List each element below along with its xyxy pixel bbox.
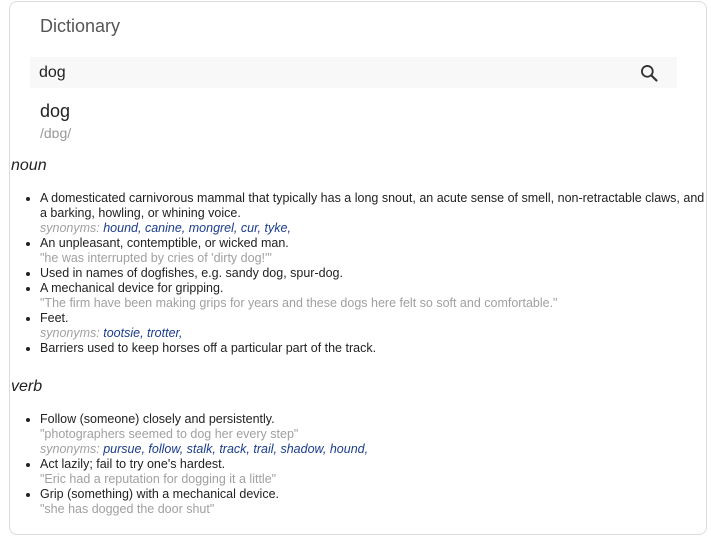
headword: dog: [40, 101, 71, 121]
list-item: Follow (someone) closely and persistentl…: [40, 412, 368, 457]
search-input[interactable]: [39, 57, 619, 88]
synonym-link[interactable]: trotter,: [147, 326, 182, 340]
list-item: Act lazily; fail to try one's hardest. "…: [40, 457, 368, 487]
synonym-link[interactable]: cur,: [241, 221, 261, 235]
definition: A mechanical device for gripping.: [40, 281, 224, 295]
definition: Feet.: [40, 311, 69, 325]
synonyms: synonyms: hound, canine, mongrel, cur, t…: [40, 221, 711, 236]
synonyms-label: synonyms:: [40, 221, 100, 235]
example: "The firm have been making grips for yea…: [40, 296, 558, 310]
definition: Used in names of dogfishes, e.g. sandy d…: [40, 266, 343, 280]
synonym-link[interactable]: tyke,: [265, 221, 291, 235]
definition: Barriers used to keep horses off a parti…: [40, 341, 377, 355]
example: "photographers seemed to dog her every s…: [40, 427, 299, 441]
synonym-link[interactable]: stalk,: [187, 442, 216, 456]
example: "Eric had a reputation for dogging it a …: [40, 472, 277, 486]
list-item: A mechanical device for gripping. "The f…: [40, 281, 711, 311]
synonyms-label: synonyms:: [40, 326, 100, 340]
definition: An unpleasant, contemptible, or wicked m…: [40, 236, 289, 250]
synonym-link[interactable]: shadow,: [280, 442, 326, 456]
search-bar: [30, 57, 677, 88]
synonym-link[interactable]: pursue,: [103, 442, 145, 456]
definition: Act lazily; fail to try one's hardest.: [40, 457, 226, 471]
synonyms: synonyms: tootsie, trotter,: [40, 326, 711, 341]
app-title: Dictionary: [40, 16, 121, 36]
synonym-link[interactable]: trail,: [253, 442, 277, 456]
example: "he was interrupted by cries of 'dirty d…: [40, 251, 272, 265]
noun-senses: A domesticated carnivorous mammal that t…: [11, 191, 711, 356]
synonym-link[interactable]: mongrel,: [189, 221, 238, 235]
search-icon[interactable]: [639, 63, 659, 83]
definition: Follow (someone) closely and persistentl…: [40, 412, 275, 426]
list-item: A domesticated carnivorous mammal that t…: [40, 191, 711, 236]
list-item: Used in names of dogfishes, e.g. sandy d…: [40, 266, 711, 281]
list-item: Feet. synonyms: tootsie, trotter,: [40, 311, 711, 341]
synonym-link[interactable]: track,: [219, 442, 250, 456]
synonym-link[interactable]: hound,: [330, 442, 368, 456]
verb-senses: Follow (someone) closely and persistentl…: [11, 412, 368, 517]
phonetic: /dɒg/: [40, 125, 72, 141]
pos-verb: verb: [11, 378, 43, 395]
definition: A domesticated carnivorous mammal that t…: [40, 191, 705, 220]
synonym-link[interactable]: tootsie,: [103, 326, 143, 340]
list-item: An unpleasant, contemptible, or wicked m…: [40, 236, 711, 266]
definition: Grip (something) with a mechanical devic…: [40, 487, 279, 501]
synonyms: synonyms: pursue, follow, stalk, track, …: [40, 442, 368, 457]
synonyms-label: synonyms:: [40, 442, 100, 456]
synonym-link[interactable]: canine,: [145, 221, 185, 235]
pos-noun: noun: [11, 157, 47, 174]
synonym-link[interactable]: follow,: [148, 442, 183, 456]
list-item: Grip (something) with a mechanical devic…: [40, 487, 368, 517]
list-item: Barriers used to keep horses off a parti…: [40, 341, 711, 356]
synonym-link[interactable]: hound,: [103, 221, 141, 235]
example: "she has dogged the door shut": [40, 502, 215, 516]
